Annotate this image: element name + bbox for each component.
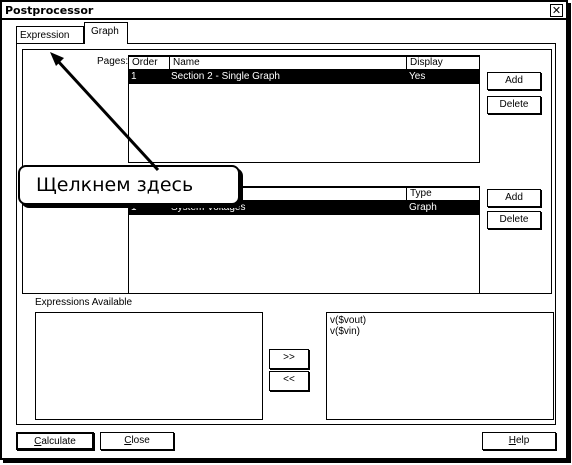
list-item[interactable]: v($vin) [330, 326, 360, 337]
graphs-delete-button[interactable]: Delete [487, 211, 541, 229]
tab-expression-label: Expression [20, 30, 70, 41]
close-icon[interactable]: ✕ [550, 4, 563, 17]
expressions-available-label: Expressions Available [35, 297, 133, 308]
help-button[interactable]: Help [482, 432, 556, 450]
tab-expression[interactable]: Expression [16, 26, 84, 43]
close-button[interactable]: Close [100, 432, 174, 450]
move-right-button[interactable]: >> [269, 349, 309, 369]
help-label: elp [515, 435, 530, 446]
pages-col-name[interactable]: Name [169, 56, 407, 70]
postprocessor-dialog: Postprocessor ✕ Expression Graph Pages: … [0, 0, 568, 460]
callout-text: Щелкнем здесь [36, 174, 194, 196]
list-item[interactable]: v($vout) [330, 315, 366, 326]
tab-graph[interactable]: Graph [84, 22, 128, 44]
calculate-label: alculate [41, 436, 76, 447]
title-bar: Postprocessor ✕ [2, 2, 566, 20]
pages-col-display[interactable]: Display [406, 56, 480, 70]
calculate-button[interactable]: Calculate [16, 432, 94, 450]
table-row[interactable]: 1 Section 2 - Single Graph Yes [129, 70, 479, 84]
page-display-cell: Yes [409, 71, 426, 82]
page-order-cell: 1 [131, 71, 137, 82]
graph-tab-panel: Pages: Order Name Display 1 Section 2 - … [16, 43, 556, 425]
expressions-available-list[interactable] [35, 312, 263, 420]
annotation-callout: Щелкнем здесь [18, 165, 240, 205]
move-left-button[interactable]: << [269, 371, 309, 391]
graph-expressions-list[interactable]: v($vout) v($vin) [326, 312, 554, 420]
graphs-add-button[interactable]: Add [487, 189, 541, 207]
pages-add-button[interactable]: Add [487, 72, 541, 90]
pages-delete-button[interactable]: Delete [487, 96, 541, 114]
pages-col-order[interactable]: Order [128, 56, 170, 70]
graphs-col-type[interactable]: Type [406, 187, 480, 201]
pages-list[interactable]: Order Name Display 1 Section 2 - Single … [128, 55, 480, 163]
help-accel: H [508, 435, 516, 446]
page-name-cell: Section 2 - Single Graph [171, 71, 280, 82]
window-title: Postprocessor [5, 4, 94, 17]
tab-graph-label: Graph [91, 26, 119, 37]
pages-label: Pages: [97, 56, 129, 67]
graph-type-cell: Graph [409, 202, 437, 213]
close-label: lose [131, 435, 150, 446]
